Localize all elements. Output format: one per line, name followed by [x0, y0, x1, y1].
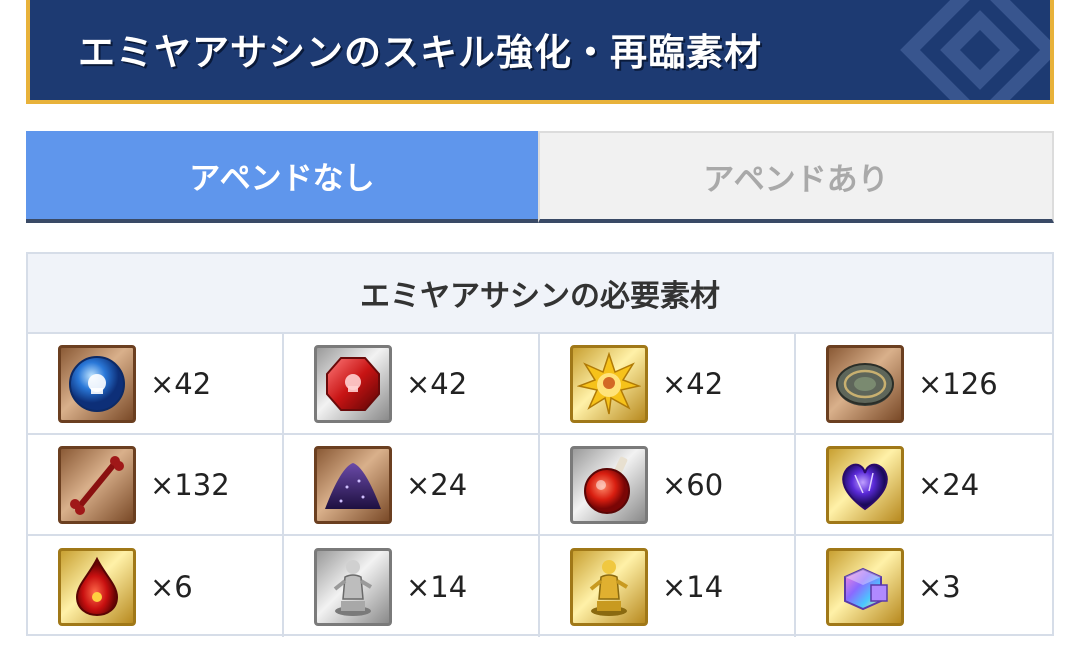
silver-statue-icon[interactable]	[314, 547, 392, 626]
material-cell: ×132	[28, 435, 284, 536]
banner-decoration-icon	[900, 0, 1050, 100]
material-cell: ×42	[284, 334, 540, 435]
material-quantity: ×6	[150, 569, 193, 604]
banner-title: エミヤアサシンのスキル強化・再臨素材	[78, 31, 762, 74]
material-cell: ×6	[28, 536, 284, 637]
material-cell: ×24	[284, 435, 540, 536]
material-quantity: ×42	[150, 366, 212, 401]
tab-bar: アペンドなし アペンドあり	[26, 131, 1054, 223]
purple-powder-icon[interactable]	[314, 445, 392, 524]
material-cell: ×14	[284, 536, 540, 637]
gold-statue-icon[interactable]	[570, 547, 648, 626]
material-cell: ×42	[28, 334, 284, 435]
material-quantity: ×24	[406, 467, 468, 502]
purple-heart-icon[interactable]	[826, 445, 904, 524]
materials-grid: ×42 ×42 ×42 ×126 ×132 ×24 ×60 ×24 ×6 ×14…	[28, 334, 1052, 637]
material-quantity: ×60	[662, 467, 724, 502]
tab-append-with[interactable]: アペンドあり	[538, 131, 1054, 223]
tab-append-none[interactable]: アペンドなし	[26, 131, 538, 223]
prism-cube-icon[interactable]	[826, 547, 904, 626]
page-banner: エミヤアサシンのスキル強化・再臨素材	[26, 0, 1054, 104]
material-quantity: ×126	[918, 366, 998, 401]
material-cell: ×3	[796, 536, 1052, 637]
red-flask-icon[interactable]	[570, 445, 648, 524]
blue-gem-icon[interactable]	[58, 344, 136, 423]
material-quantity: ×42	[406, 366, 468, 401]
material-quantity: ×24	[918, 467, 980, 502]
ancient-coin-icon[interactable]	[826, 344, 904, 423]
material-cell: ×60	[540, 435, 796, 536]
material-quantity: ×132	[150, 467, 230, 502]
material-quantity: ×42	[662, 366, 724, 401]
red-drop-icon[interactable]	[58, 547, 136, 626]
bone-icon[interactable]	[58, 445, 136, 524]
gold-gem-icon[interactable]	[570, 344, 648, 423]
material-cell: ×126	[796, 334, 1052, 435]
material-cell: ×24	[796, 435, 1052, 536]
material-cell: ×42	[540, 334, 796, 435]
material-quantity: ×14	[406, 569, 468, 604]
material-cell: ×14	[540, 536, 796, 637]
materials-panel: エミヤアサシンの必要素材 ×42 ×42 ×42 ×126 ×132 ×24 ×…	[26, 252, 1054, 637]
material-quantity: ×14	[662, 569, 724, 604]
red-gem-icon[interactable]	[314, 344, 392, 423]
material-quantity: ×3	[918, 569, 961, 604]
panel-title: エミヤアサシンの必要素材	[28, 254, 1052, 334]
